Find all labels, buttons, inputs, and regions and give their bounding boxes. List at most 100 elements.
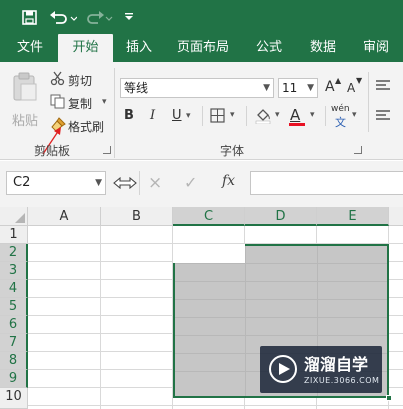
font-color-swatch [289,123,305,126]
divider [246,106,247,126]
font-group-label: 字体 [220,144,245,158]
bold-button[interactable]: B [124,108,134,123]
column-header-e[interactable]: E [317,207,389,226]
selection-gridline [175,335,387,336]
row-header-1[interactable]: 1 [0,226,28,244]
paste-button[interactable]: 粘贴 [8,72,42,130]
divider [325,106,326,126]
grow-font-icon: A [325,79,335,95]
italic-button[interactable]: I [150,108,155,123]
tab-formulas[interactable]: 公式 [248,34,290,62]
row-header-2[interactable]: 2 [0,244,28,262]
font-launcher-icon[interactable] [354,146,362,154]
insert-function-icon[interactable]: fx [222,173,235,189]
tab-file[interactable]: 文件 [8,34,52,62]
grow-font-button[interactable]: A ▲ [322,76,342,98]
phonetic-guide-button[interactable]: wén 文 ▾ [330,104,362,130]
fill-bucket-icon [255,109,271,125]
align-left-icon[interactable] [376,110,390,122]
row-header-6[interactable]: 6 [0,316,28,334]
column-header-a[interactable]: A [28,207,101,226]
row-header-5[interactable]: 5 [0,298,28,316]
copy-label: 复制 [68,97,93,111]
watermark-url: ZIXUE.3066.COM [304,376,380,385]
column-header-c[interactable]: C [173,207,245,226]
column-header-f[interactable] [389,207,403,226]
name-box-value: C2 [13,175,31,190]
gridline [100,226,101,409]
watermark-title: 溜溜自学 [304,355,369,374]
shrink-font-icon: A [347,81,356,95]
cut-button[interactable]: 剪切 [48,70,104,88]
font-name-value: 等线 [124,81,149,95]
cancel-icon[interactable]: × [148,173,162,193]
row-header-8[interactable]: 8 [0,352,28,370]
underline-dropdown-icon[interactable]: ▾ [186,111,191,121]
corner-triangle-icon [15,213,25,223]
font-size-value: 11 [282,81,298,95]
gridline [28,405,403,406]
format-painter-label: 格式刷 [68,120,105,134]
fill-color-button[interactable]: ▾ [254,106,286,126]
row-header-9[interactable]: 9 [0,370,28,388]
ribbon-tabs: 文件 开始 插入 页面布局 公式 数据 审阅 [0,34,403,62]
undo-icon[interactable] [48,6,78,28]
column-header-b[interactable]: B [101,207,173,226]
column-header-d[interactable]: D [245,207,317,226]
save-icon[interactable] [18,6,40,28]
selection-gridline [175,299,387,300]
selection-gridline [175,263,387,264]
selection-gridline [175,281,387,282]
formula-input[interactable] [250,171,403,195]
chevron-down-icon: ▼ [307,83,314,93]
tab-home[interactable]: 开始 [58,34,113,62]
enter-icon[interactable]: ✓ [184,173,197,192]
group-divider [114,68,115,158]
copy-button[interactable]: 复制 ▾ [48,93,110,111]
selection-gridline [175,317,387,318]
tab-insert[interactable]: 插入 [118,34,160,62]
underline-button[interactable]: U [172,108,182,123]
scissors-icon [50,71,65,86]
watermark: 溜溜自学 ZIXUE.3066.COM [260,346,382,393]
fill-handle[interactable] [386,395,392,401]
resize-handle-icon[interactable] [113,175,137,191]
copy-icon [50,94,65,109]
divider [139,171,140,195]
paste-icon [13,72,37,101]
selection-gridline [245,246,246,396]
tab-page-layout[interactable]: 页面布局 [172,34,234,62]
row-header-7[interactable]: 7 [0,334,28,352]
font-color-button[interactable]: A ▾ [288,106,322,128]
font-size-combo[interactable]: 11 ▼ [278,78,318,98]
chevron-down-icon: ▼ [95,178,102,188]
title-bar [0,0,403,34]
group-divider [368,72,369,132]
row-header-10[interactable]: 10 [0,388,28,409]
divider [202,106,203,126]
copy-dropdown-icon[interactable]: ▾ [102,97,107,107]
tab-data[interactable]: 数据 [302,34,344,62]
clipboard-launcher-icon[interactable] [103,146,111,154]
borders-icon [210,108,225,123]
clipboard-group-label: 剪贴板 [34,144,71,158]
font-color-icon: A [290,106,301,124]
name-box[interactable]: C2 ▼ [6,171,106,195]
ribbon-home: 粘贴 剪切 复制 ▾ 格式刷 剪贴板 等线 ▼ 11 ▼ A ▲ A ▼ B I… [0,62,403,160]
chevron-down-icon: ▼ [263,83,270,93]
cut-label: 剪切 [68,74,93,88]
select-all-corner[interactable] [0,207,28,226]
shrink-font-button[interactable]: A ▼ [344,76,364,98]
tab-review[interactable]: 审阅 [356,34,396,62]
font-name-combo[interactable]: 等线 ▼ [120,78,274,98]
active-cell-c2[interactable] [173,244,245,263]
row-header-3[interactable]: 3 [0,262,28,280]
play-logo-icon [269,355,297,383]
row-header-4[interactable]: 4 [0,280,28,298]
align-top-icon[interactable] [376,80,390,92]
customize-quick-access-icon[interactable] [118,6,140,28]
phonetic-bottom: 文 [335,116,346,129]
redo-icon[interactable] [84,6,114,28]
formula-bar: C2 ▼ × ✓ fx [0,161,403,207]
borders-button[interactable]: ▾ [210,108,242,126]
